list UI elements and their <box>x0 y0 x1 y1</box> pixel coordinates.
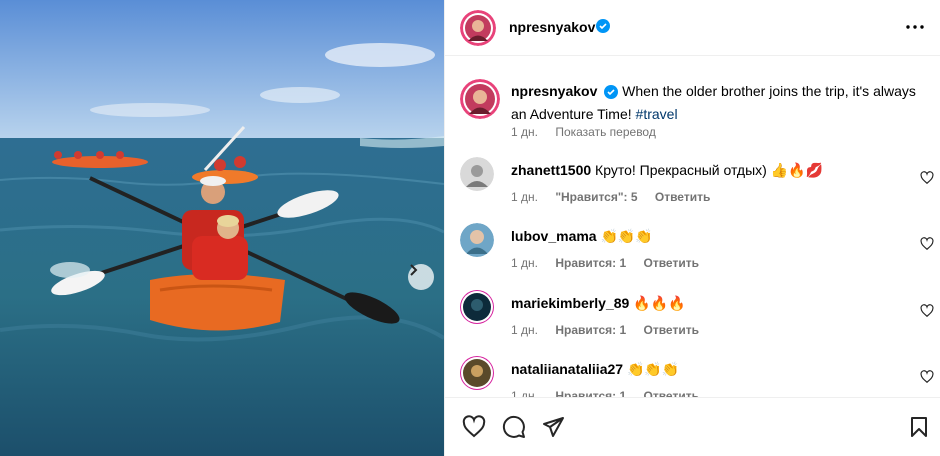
comment-time: 1 дн. <box>511 389 538 397</box>
post-photo <box>0 0 444 456</box>
comment-username[interactable]: nataliianataliia27 <box>511 361 623 377</box>
caption-meta: 1 дн. Показать перевод <box>511 125 670 139</box>
show-translation-link[interactable]: Показать перевод <box>555 125 656 139</box>
comment-button[interactable] <box>501 414 527 440</box>
comment-text: 👏👏👏 <box>600 228 653 244</box>
caption-username[interactable]: npresnyakov <box>511 83 597 99</box>
like-button[interactable] <box>461 414 487 440</box>
comment-avatar[interactable] <box>460 157 494 191</box>
hashtag-link[interactable]: #travel <box>636 106 678 122</box>
caption-text: npresnyakov When the older brother joins… <box>511 81 931 124</box>
heart-icon[interactable] <box>920 171 934 185</box>
comment-item: mariekimberly_89 🔥🔥🔥 1 дн. Нравится: 1 О… <box>460 290 934 340</box>
comment-avatar[interactable] <box>460 356 494 390</box>
comment-item: nataliianataliia27 👏👏👏 1 дн. Нравится: 1… <box>460 356 934 397</box>
comments-list[interactable]: npresnyakov When the older brother joins… <box>445 57 940 397</box>
comment-item: lubov_mama 👏👏👏 1 дн. Нравится: 1 Ответит… <box>460 223 934 273</box>
verified-badge-icon <box>604 84 619 104</box>
comment-avatar[interactable] <box>460 290 494 324</box>
reply-button[interactable]: Ответить <box>655 190 710 204</box>
post-side-panel: npresnyakov npresnyakov When the older b… <box>444 0 940 456</box>
reply-button[interactable]: Ответить <box>644 389 699 397</box>
heart-icon[interactable] <box>920 370 934 384</box>
caption-time: 1 дн. <box>511 125 538 139</box>
heart-icon[interactable] <box>920 304 934 318</box>
post-actions-bar <box>445 397 940 456</box>
author-username[interactable]: npresnyakov <box>509 19 595 35</box>
heart-icon <box>462 415 486 438</box>
comment-text: 👏👏👏 <box>626 361 680 377</box>
comment-username[interactable]: zhanett1500 <box>511 162 591 178</box>
comment-likes[interactable]: Нравится: 1 <box>555 256 626 270</box>
comment-username[interactable]: mariekimberly_89 <box>511 295 629 311</box>
author-avatar[interactable] <box>460 10 496 46</box>
bookmark-icon <box>911 417 927 437</box>
author-avatar[interactable] <box>460 79 500 119</box>
send-icon <box>543 417 564 437</box>
comment-time: 1 дн. <box>511 256 538 270</box>
comment-item: zhanett1500 Круто! Прекрасный отдых) 👍🔥💋… <box>460 157 934 207</box>
chevron-right-icon <box>410 264 418 276</box>
more-options-button[interactable] <box>903 15 927 39</box>
comment-likes[interactable]: "Нравится": 5 <box>555 190 637 204</box>
heart-icon[interactable] <box>920 237 934 251</box>
comment-time: 1 дн. <box>511 323 538 337</box>
comment-text: 🔥🔥🔥 <box>633 295 686 311</box>
reply-button[interactable]: Ответить <box>644 323 699 337</box>
comment-text: Круто! Прекрасный отдых) 👍🔥💋 <box>595 162 823 178</box>
comment-icon <box>502 415 525 438</box>
carousel-next-button[interactable] <box>408 264 434 290</box>
kayak-photo <box>0 0 444 456</box>
comment-avatar[interactable] <box>460 223 494 257</box>
comment-likes[interactable]: Нравится: 1 <box>555 323 626 337</box>
comment-likes[interactable]: Нравится: 1 <box>555 389 626 397</box>
share-button[interactable] <box>540 414 566 440</box>
verified-badge-icon <box>596 19 610 38</box>
comment-time: 1 дн. <box>511 190 538 204</box>
more-options-icon <box>906 25 924 29</box>
reply-button[interactable]: Ответить <box>644 256 699 270</box>
save-button[interactable] <box>906 414 932 440</box>
post-header: npresnyakov <box>445 0 940 56</box>
comment-username[interactable]: lubov_mama <box>511 228 597 244</box>
